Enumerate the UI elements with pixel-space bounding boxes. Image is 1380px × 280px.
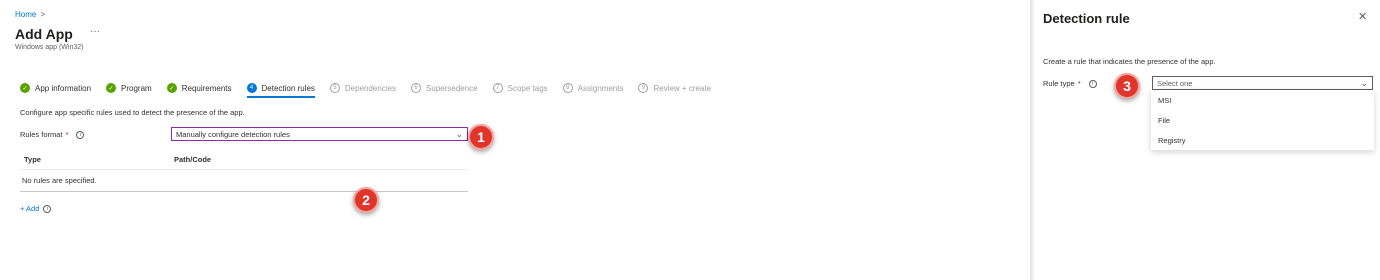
tab-scope-tags[interactable]: 7 Scope tags [492,81,548,95]
rule-type-placeholder: Select one [1157,78,1193,88]
checkmark-icon: ✓ [20,83,30,93]
breadcrumb-home[interactable]: Home [15,10,36,19]
tab-detection-rules[interactable]: 4 Detection rules [246,81,316,98]
panel-title: Detection rule [1043,11,1130,26]
step-label: Scope tags [507,83,548,93]
column-header-type: Type [24,155,41,164]
panel-description: Create a rule that indicates the presenc… [1043,57,1216,66]
more-options-icon[interactable]: ··· [90,26,100,37]
empty-message: No rules are specified. [22,176,97,185]
add-rule-label: + Add [20,204,40,213]
tab-requirements[interactable]: ✓ Requirements [166,81,232,95]
rules-format-select[interactable]: Manually configure detection rules ⌄ [171,127,468,141]
info-icon[interactable]: i [76,130,85,139]
rule-type-label-text: Rule type [1043,79,1075,88]
dropdown-option-msi[interactable]: MSI [1151,90,1374,110]
info-icon[interactable]: i [43,204,52,213]
tab-app-information[interactable]: ✓ App information [20,81,91,95]
step-label: App information [35,83,92,93]
dropdown-option-file[interactable]: File [1151,110,1374,130]
step-number-icon: 8 [562,83,573,93]
detection-rule-panel: Detection rule ✕ Create a rule that indi… [1034,0,1380,280]
tab-assignments[interactable]: 8 Assignments [562,81,624,95]
close-icon[interactable]: ✕ [1358,10,1367,23]
step-number-icon: 7 [492,83,503,93]
tab-program[interactable]: ✓ Program [106,81,152,95]
add-rule-link[interactable]: + Add i [20,204,52,213]
table-empty-row: No rules are specified. [20,170,468,192]
tab-supersedence[interactable]: 6 Supersedence [411,81,478,95]
step-number-icon: 6 [411,83,422,93]
required-marker: * [1077,79,1081,88]
breadcrumb: Home > [15,10,45,19]
callout-badge-3: 3 [1114,73,1140,99]
step-label: Dependencies [344,83,397,93]
rules-format-label: Rules format * i [20,130,85,139]
dropdown-option-registry[interactable]: Registry [1151,130,1374,150]
checkmark-icon: ✓ [166,83,177,93]
rule-type-dropdown: MSI File Registry [1151,90,1374,150]
step-number-icon: 9 [638,83,649,93]
section-description: Configure app specific rules used to det… [20,108,245,117]
chevron-right-icon: > [40,10,46,19]
rules-format-value: Manually configure detection rules [176,129,290,139]
wizard-steps: ✓ App information ✓ Program ✓ Requiremen… [20,81,726,98]
required-marker: * [65,130,69,139]
rules-table: Type Path/Code No rules are specified. [20,150,468,192]
rule-type-select[interactable]: Select one ⌄ [1152,76,1373,90]
step-number-icon: 4 [246,83,257,93]
step-label: Detection rules [261,83,315,93]
step-label: Program [121,83,152,93]
chevron-down-icon: ⌄ [455,128,463,139]
page-subtitle: Windows app (Win32) [15,44,84,51]
callout-badge-2: 2 [353,187,379,213]
chevron-down-icon: ⌄ [1360,77,1368,88]
table-header: Type Path/Code [20,150,468,170]
rule-type-label: Rule type * i [1043,79,1097,88]
main-content: Home > Add App ··· Windows app (Win32) ✓… [0,0,1030,280]
step-number-icon: 5 [329,83,340,93]
info-icon[interactable]: i [1088,79,1097,88]
checkmark-icon: ✓ [106,83,117,93]
step-label: Assignments [577,83,624,93]
step-label: Requirements [181,83,232,93]
rules-format-label-text: Rules format [20,130,63,139]
tab-review-create[interactable]: 9 Review + create [638,81,711,95]
tab-dependencies[interactable]: 5 Dependencies [329,81,397,95]
callout-badge-1: 1 [468,124,494,150]
page-title: Add App [15,26,73,42]
step-label: Review + create [653,83,712,93]
column-header-path: Path/Code [174,155,212,164]
step-label: Supersedence [426,83,478,93]
